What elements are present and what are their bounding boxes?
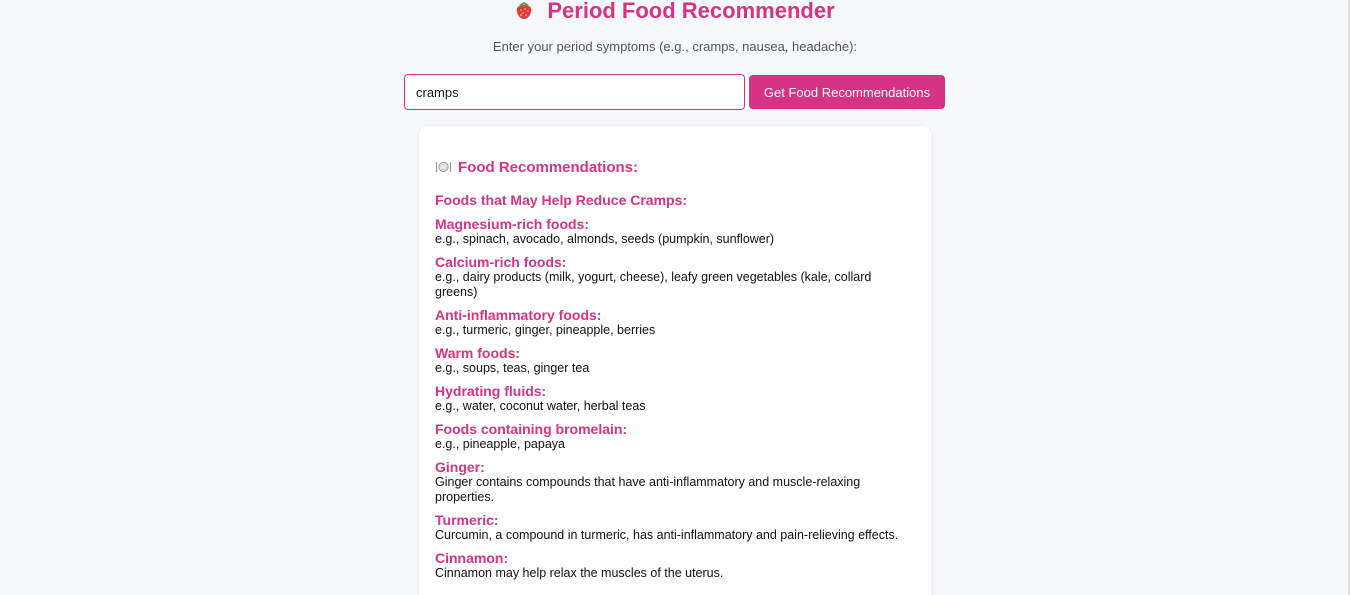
recommendation-name: Warm foods: [435,345,521,361]
plate-icon [435,161,452,173]
recommendation-detail: Ginger contains compounds that have anti… [435,475,861,504]
results-heading-text: Food Recommendations: [458,159,639,176]
page: Period Food Recommender Enter your perio… [0,0,1350,595]
recommendation-name: Anti-inflammatory foods: [435,307,602,323]
list-item: Foods containing bromelain: e.g., pineapp… [435,421,915,452]
list-item: Turmeric: Curcumin, a compound in turmeri… [435,512,915,543]
list-item: Anti-inflammatory foods: e.g., turmeric, … [435,307,915,338]
recommendation-detail: e.g., water, coconut water, herbal teas [435,399,646,413]
recommendation-detail: Cinnamon may help relax the muscles of t… [435,566,724,580]
list-item: Warm foods: e.g., soups, teas, ginger tea [435,345,915,376]
get-recommendations-button[interactable]: Get Food Recommendations [749,75,945,109]
symptom-input[interactable] [404,74,745,110]
list-item: Cinnamon: Cinnamon may help relax the mus… [435,550,915,581]
recommendation-name: Ginger: [435,459,485,475]
recommendation-detail: Curcumin, a compound in turmeric, has an… [435,528,899,542]
recommendation-detail: e.g., turmeric, ginger, pineapple, berri… [435,323,656,337]
page-title-text: Period Food Recommender [547,0,835,23]
page-title: Period Food Recommender [0,0,1350,22]
recommendation-name: Foods containing bromelain: [435,421,628,437]
recommendation-detail: e.g., pineapple, papaya [435,437,565,451]
recommendation-list: Magnesium-rich foods: e.g., spinach, avoc… [435,216,915,581]
symptom-prompt: Enter your period symptoms (e.g., cramps… [492,39,858,54]
list-item: Ginger: Ginger contains compounds that ha… [435,459,915,505]
list-item: Calcium-rich foods: e.g., dairy products … [435,254,915,300]
recommendation-name: Calcium-rich foods: [435,254,567,270]
recommendation-detail: e.g., soups, teas, ginger tea [435,361,590,375]
section-title: Foods that May Help Reduce Cramps: [435,192,688,208]
strawberry-icon [517,2,532,19]
recommendation-name: Cinnamon: [435,550,509,566]
results-card: Food Recommendations: Foods that May Hel… [419,126,931,595]
recommendation-name: Magnesium-rich foods: [435,216,590,232]
recommendation-detail: e.g., spinach, avocado, almonds, seeds (… [435,232,775,246]
results-heading: Food Recommendations: [435,160,915,176]
list-item: Magnesium-rich foods: e.g., spinach, avoc… [435,216,915,247]
list-item: Hydrating fluids: e.g., water, coconut wa… [435,383,915,414]
recommendation-name: Hydrating fluids: [435,383,547,399]
recommendation-name: Turmeric: [435,512,499,528]
recommendation-detail: e.g., dairy products (milk, yogurt, chee… [435,270,872,299]
